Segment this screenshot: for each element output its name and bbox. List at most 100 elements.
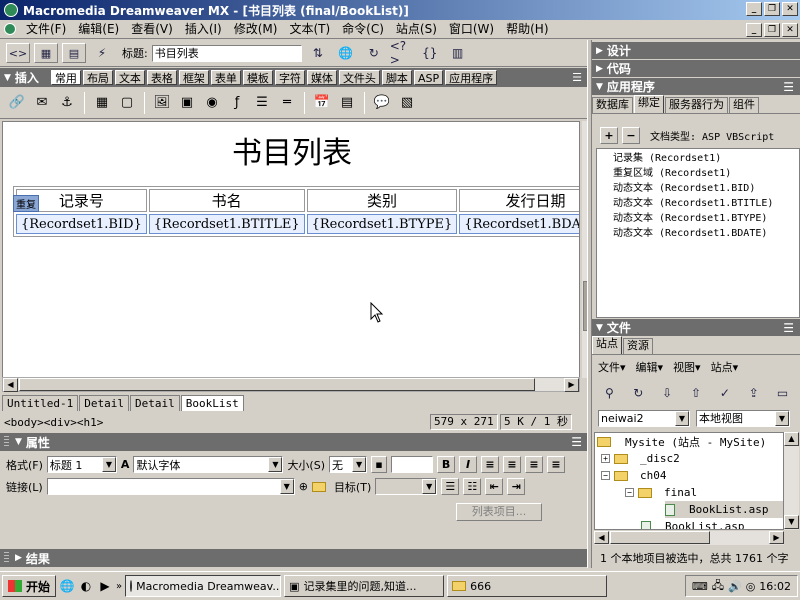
quicklaunch-more-icon[interactable]: » — [116, 581, 122, 592]
tree-item-booklist-selected[interactable]: BookList.asp — [665, 501, 783, 518]
expand-icon[interactable]: + — [601, 454, 610, 463]
view-options-icon[interactable]: ▥ — [446, 43, 470, 63]
scroll-right-icon[interactable]: ▶ — [769, 531, 784, 544]
list-item[interactable]: 记录集 (Recordset1) — [597, 151, 799, 166]
target-select[interactable]: ▼ — [375, 478, 438, 495]
recordset-table[interactable]: 记录号 书名 类别 发行日期 {Recordset1.BID} {Records… — [13, 186, 579, 237]
text-color-input[interactable] — [391, 456, 434, 473]
files-panel-header[interactable]: ▼ 文件 ☰ — [592, 319, 800, 336]
window-size[interactable]: 579 x 271 — [430, 414, 498, 430]
menu-window[interactable]: 窗口(W) — [443, 20, 500, 39]
tree-item-ch04[interactable]: − ch04 — [601, 467, 667, 484]
files-menu-view[interactable]: 视图▾ — [673, 359, 701, 375]
put-files-icon[interactable]: ⇧ — [685, 383, 708, 403]
dynamic-text-cell[interactable]: {Recordset1.BTYPE} — [306, 214, 458, 234]
tree-item-booklist[interactable]: BookList.asp — [641, 518, 744, 529]
tab-head[interactable]: 文件头 — [338, 70, 380, 85]
list-item[interactable]: 动态文本 (Recordset1.BTITLE) — [597, 196, 799, 211]
file-tree-vertical-scrollbar[interactable]: ▲ ▼ — [784, 432, 799, 530]
menu-edit[interactable]: 编辑(E) — [72, 20, 125, 39]
expand-triangle-icon[interactable]: ▶ — [596, 46, 603, 56]
get-files-icon[interactable]: ⇩ — [656, 383, 679, 403]
header-cell[interactable]: 类别 — [306, 189, 458, 212]
tab-server-behaviors[interactable]: 服务器行为 — [665, 97, 728, 113]
results-header[interactable]: ▶ 结果 — [0, 549, 588, 567]
site-select[interactable]: neiwai2 ▼ — [598, 409, 690, 427]
menu-commands[interactable]: 命令(C) — [336, 20, 390, 39]
menu-text[interactable]: 文本(T) — [283, 20, 336, 39]
tab-bindings[interactable]: 绑定 — [634, 95, 664, 113]
add-binding-button[interactable]: + — [600, 126, 618, 144]
close-button[interactable]: ✕ — [782, 2, 798, 16]
ie-quicklaunch-icon[interactable]: 🌐 — [59, 578, 75, 594]
collapse-icon[interactable]: − — [625, 488, 634, 497]
doc-minimize-button[interactable]: _ — [746, 23, 762, 37]
scroll-left-icon[interactable]: ◀ — [594, 531, 609, 544]
canvas-horizontal-scrollbar[interactable]: ◀ ▶ — [2, 377, 580, 392]
flash-icon[interactable]: ƒ — [226, 92, 248, 114]
scroll-down-icon[interactable]: ▼ — [784, 515, 799, 529]
reference-icon[interactable]: <?> — [390, 39, 414, 67]
dynamic-text-cell[interactable]: {Recordset1.BID} — [16, 214, 147, 234]
check-out-icon[interactable]: ✓ — [713, 383, 736, 403]
menu-file[interactable]: 文件(F) — [20, 20, 72, 39]
preview-browser-icon[interactable]: 🌐 — [334, 43, 358, 63]
expand-panel-icon[interactable]: ▭ — [771, 383, 794, 403]
tree-item-disc2[interactable]: + _disc2 — [601, 450, 680, 467]
desktop-quicklaunch-icon[interactable]: ◐ — [78, 578, 94, 594]
tree-item-mysite[interactable]: Mysite (站点 - MySite) — [597, 433, 766, 450]
align-center-button[interactable]: ≡ — [503, 456, 522, 473]
font-select[interactable]: 默认字体 ▼ — [133, 456, 284, 473]
panel-options-icon[interactable]: ☰ — [572, 71, 582, 84]
tab-frames[interactable]: 框架 — [178, 70, 209, 85]
tab-layout[interactable]: 布局 — [82, 70, 113, 85]
header-cell[interactable]: 发行日期 — [459, 189, 579, 212]
network-icon[interactable]: 🖧 — [712, 577, 724, 596]
list-item[interactable]: 动态文本 (Recordset1.BDATE) — [597, 226, 799, 241]
tag-chooser-icon[interactable]: ▧ — [396, 92, 418, 114]
browse-folder-icon[interactable] — [311, 481, 326, 492]
hyperlink-icon[interactable]: 🔗 — [6, 92, 28, 114]
tab-forms[interactable]: 表单 — [210, 70, 241, 85]
start-button[interactable]: 开始 — [2, 575, 57, 597]
split-view-button[interactable]: ▦ — [34, 43, 58, 63]
panel-options-icon[interactable]: ☰ — [571, 435, 582, 449]
justify-button[interactable]: ≡ — [547, 456, 566, 473]
tab-application[interactable]: 应用程序 — [445, 70, 498, 85]
panel-options-icon[interactable]: ☰ — [783, 321, 794, 335]
navigation-bar-icon[interactable]: ☰ — [251, 92, 273, 114]
scroll-thumb[interactable] — [610, 531, 710, 544]
volume-icon[interactable]: 🔊 — [728, 580, 742, 593]
tab-tables[interactable]: 表格 — [146, 70, 177, 85]
security-icon[interactable]: ◎ — [746, 580, 756, 593]
code-view-button[interactable]: <> — [6, 43, 30, 63]
comment-icon[interactable]: 💬 — [371, 92, 393, 114]
design-canvas[interactable]: 书目列表 记录号 书名 类别 发行日期 {Recordset1.BID} {Re… — [2, 121, 580, 378]
text-color-swatch[interactable]: ▪ — [371, 456, 388, 473]
named-anchor-icon[interactable]: ⚓ — [56, 92, 78, 114]
tab-script[interactable]: 脚本 — [381, 70, 412, 85]
repeat-region-tag[interactable]: 重复 — [13, 195, 39, 212]
tag-selector[interactable]: <body><div><h1> — [4, 416, 103, 429]
title-input[interactable] — [151, 44, 302, 62]
menu-site[interactable]: 站点(S) — [390, 20, 443, 39]
dynamic-text-cell[interactable]: {Recordset1.BDATE} — [459, 214, 579, 234]
task-browser[interactable]: ▣ 记录集里的问题,知道... — [284, 575, 445, 597]
rollover-image-icon[interactable]: ▣ — [176, 92, 198, 114]
connect-icon[interactable]: ⚲ — [598, 383, 621, 403]
horizontal-rule-icon[interactable]: ═ — [276, 92, 298, 114]
menu-view[interactable]: 查看(V) — [125, 20, 179, 39]
dynamic-text-cell[interactable]: {Recordset1.BTITLE} — [148, 214, 305, 234]
fireworks-html-icon[interactable]: ◉ — [201, 92, 223, 114]
doc-tab-detail[interactable]: Detail — [129, 395, 180, 411]
align-left-button[interactable]: ≡ — [481, 456, 500, 473]
tab-assets[interactable]: 资源 — [623, 338, 653, 354]
clock[interactable]: 16:02 — [759, 580, 791, 593]
panel-options-icon[interactable]: ☰ — [783, 80, 794, 94]
tabular-data-icon[interactable]: ▤ — [336, 92, 358, 114]
collapse-triangle-icon[interactable]: ▼ — [596, 82, 603, 92]
panel-splitter[interactable] — [587, 40, 592, 568]
files-menu-edit[interactable]: 编辑▾ — [636, 359, 664, 375]
code-nav-icon[interactable]: {} — [418, 43, 442, 63]
doc-close-button[interactable]: ✕ — [782, 23, 798, 37]
